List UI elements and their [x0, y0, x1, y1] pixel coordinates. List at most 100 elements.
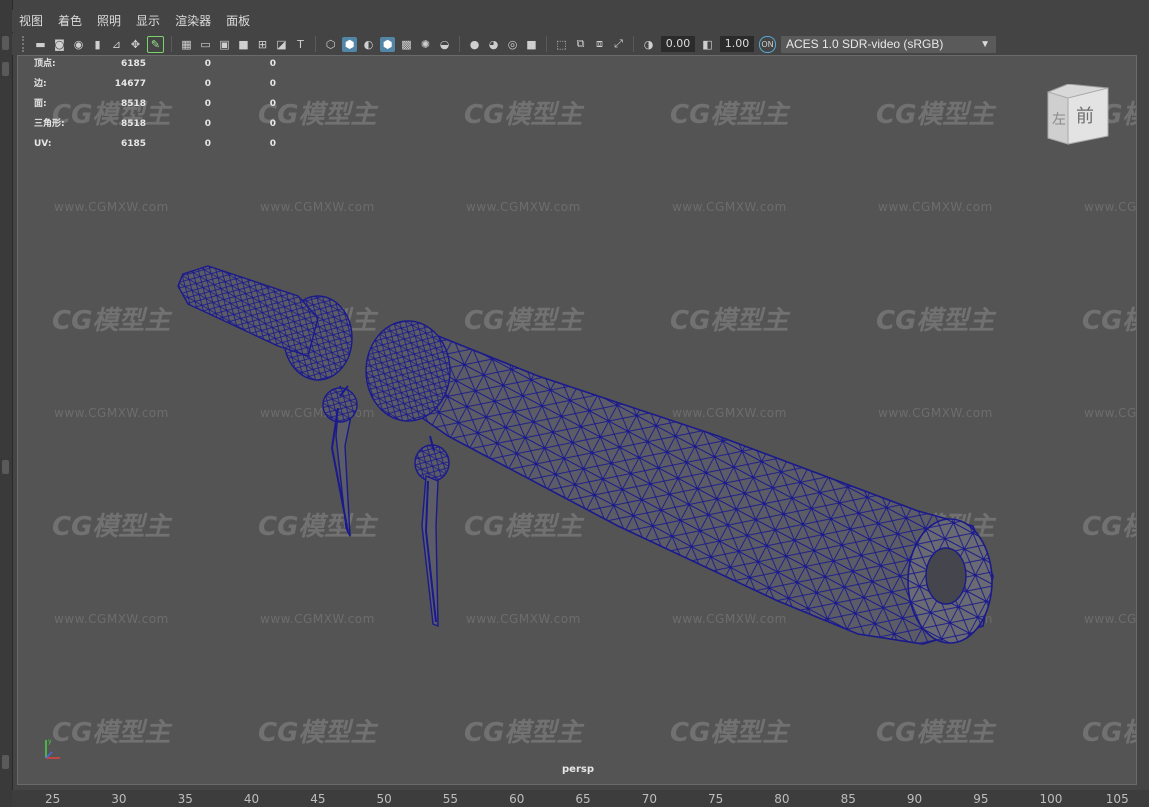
wireframe-on-shaded-icon[interactable]: ⬢: [380, 36, 395, 52]
timeline-tick-label: 35: [177, 792, 193, 806]
hud-label: 三角形:: [34, 119, 65, 129]
exposure-field[interactable]: 0.00: [661, 36, 695, 52]
menu-shading[interactable]: 着色: [51, 10, 90, 32]
toolbar-separator: [459, 36, 460, 52]
select-camera-icon[interactable]: ▬: [33, 37, 48, 52]
timeline-tick-label: 65: [575, 792, 591, 806]
xray-joints-icon[interactable]: ⧈: [592, 37, 607, 52]
film-gate-icon[interactable]: ▭: [198, 37, 213, 52]
svg-text:y: y: [48, 738, 52, 745]
timeline-tick-label: 100: [1039, 792, 1063, 806]
dock-handle[interactable]: [2, 36, 9, 50]
timeline-tick-label: 95: [973, 792, 989, 806]
safe-action-icon[interactable]: ◪: [274, 37, 289, 52]
shadows-icon[interactable]: ◒: [437, 37, 452, 52]
xray-icon[interactable]: ⧉: [573, 37, 588, 52]
toolbar-separator: [546, 36, 547, 52]
camera-attributes-icon[interactable]: ◙: [52, 37, 67, 52]
timeline-tick-label: 80: [774, 792, 790, 806]
view-transform-value: ACES 1.0 SDR-video (sRGB): [786, 36, 944, 51]
view-cube[interactable]: 左 前: [1046, 84, 1112, 146]
isolate-select-icon[interactable]: ⬚: [554, 37, 569, 52]
timeline-ruler[interactable]: 25 30 35 40 45 50 55 60 65 70 75 80 85 90 95 100 105: [12, 790, 1149, 807]
menu-panels[interactable]: 面板: [219, 10, 258, 32]
hud-row: 顶点: 6185 0 0: [34, 56, 276, 74]
grid-icon[interactable]: ▦: [179, 37, 194, 52]
hud-label: 边:: [34, 79, 47, 89]
axis-orientation-icon: y: [45, 738, 60, 759]
dock-handle[interactable]: [2, 460, 9, 474]
hud-label: 顶点:: [34, 59, 56, 69]
hud-value: 6185: [120, 59, 146, 69]
hud-label: UV:: [34, 139, 52, 149]
timeline-tick-label: 60: [509, 792, 525, 806]
left-dock-strip: [0, 0, 13, 807]
2d-pan-zoom-icon[interactable]: ✥: [128, 37, 143, 52]
exposure-icon[interactable]: ◑: [641, 37, 656, 52]
menu-show[interactable]: 显示: [129, 10, 168, 32]
viewcube-front-face[interactable]: 前: [1076, 106, 1094, 127]
timeline-tick-label: 25: [45, 792, 61, 806]
color-management-icon[interactable]: ON: [759, 35, 776, 53]
timeline-tick-label: 30: [111, 792, 127, 806]
depth-of-field-icon[interactable]: ■: [524, 37, 539, 52]
gamma-field[interactable]: 1.00: [720, 36, 754, 52]
timeline-tick-label: 105: [1105, 792, 1129, 806]
view-transform-select[interactable]: ACES 1.0 SDR-video (sRGB) ▼: [781, 35, 996, 53]
resolution-gate-icon[interactable]: ▣: [217, 37, 232, 52]
xray-active-components-icon[interactable]: ⤢: [611, 37, 626, 52]
hud-value: 0: [204, 79, 211, 89]
toolbar-separator: [171, 36, 172, 52]
viewcube-left-face[interactable]: 左: [1052, 112, 1066, 128]
poly-count-hud: 顶点: 6185 0 0 边: 14677 0 0 面: 8518 0 0 三角形: 8518 0 0 UV: 6…: [34, 56, 276, 154]
hud-value: 0: [204, 139, 211, 149]
hud-value: 0: [204, 119, 211, 129]
tassel-mesh: [421, 474, 439, 628]
timeline-tick-label: 55: [442, 792, 459, 806]
3d-viewport[interactable]: CG模型主CG模型主CG模型主CG模型主CG模型主CG模型主CG模型主CG模型主…: [17, 55, 1137, 785]
wireframe-icon[interactable]: ⬡: [323, 37, 338, 52]
gamma-icon[interactable]: ◧: [700, 37, 715, 52]
hud-value: 0: [269, 119, 276, 129]
timeline-tick-label: 70: [641, 792, 657, 806]
bookmark-icon[interactable]: ▮: [90, 37, 105, 52]
use-default-material-icon[interactable]: ◐: [361, 37, 376, 52]
timeline-tick-label: 90: [906, 792, 923, 806]
hud-value: 0: [204, 59, 211, 69]
timeline-tick-label: 75: [708, 792, 724, 806]
menu-lighting[interactable]: 照明: [90, 10, 129, 32]
hud-value: 8518: [120, 99, 146, 109]
timeline-tick-label: 85: [840, 792, 856, 806]
hud-value: 6185: [120, 139, 146, 149]
use-all-lights-icon[interactable]: ✺: [418, 37, 433, 52]
menu-renderer[interactable]: 渲染器: [168, 10, 219, 32]
dock-handle[interactable]: [2, 755, 9, 769]
multisample-aa-icon[interactable]: ◎: [505, 37, 520, 52]
hud-value: 0: [269, 99, 276, 109]
camera-icon[interactable]: ◉: [71, 37, 86, 52]
muzzle-bore-mesh: [925, 547, 967, 605]
toolbar-separator: [315, 36, 316, 52]
menu-view[interactable]: 视图: [12, 10, 51, 32]
hud-value: 0: [269, 139, 276, 149]
field-chart-icon[interactable]: ⊞: [255, 37, 270, 52]
hud-row: 边: 14677 0 0: [34, 74, 276, 94]
timeline-tick-label: 50: [376, 792, 392, 806]
dock-handle[interactable]: [2, 62, 9, 76]
gate-mask-icon[interactable]: ■: [236, 37, 251, 52]
safe-title-icon[interactable]: T: [293, 37, 308, 52]
toolbar-grip[interactable]: [22, 36, 28, 52]
hud-value: 0: [269, 79, 276, 89]
smooth-shade-icon[interactable]: ⬢: [342, 36, 357, 52]
mesh-wireframe-render: [177, 265, 994, 645]
hud-row: 三角形: 8518 0 0: [34, 114, 276, 134]
hud-label: 面:: [34, 99, 47, 109]
grease-pencil-icon[interactable]: ✎: [147, 35, 164, 53]
hud-row: 面: 8518 0 0: [34, 94, 276, 114]
screen-space-ao-icon[interactable]: ●: [467, 37, 482, 52]
hud-row: UV: 6185 0 0: [34, 134, 276, 154]
image-plane-icon[interactable]: ⊿: [109, 37, 124, 52]
textured-icon[interactable]: ▩: [399, 37, 414, 52]
camera-name-label: persp: [562, 764, 594, 775]
motion-blur-icon[interactable]: ◕: [486, 37, 501, 52]
